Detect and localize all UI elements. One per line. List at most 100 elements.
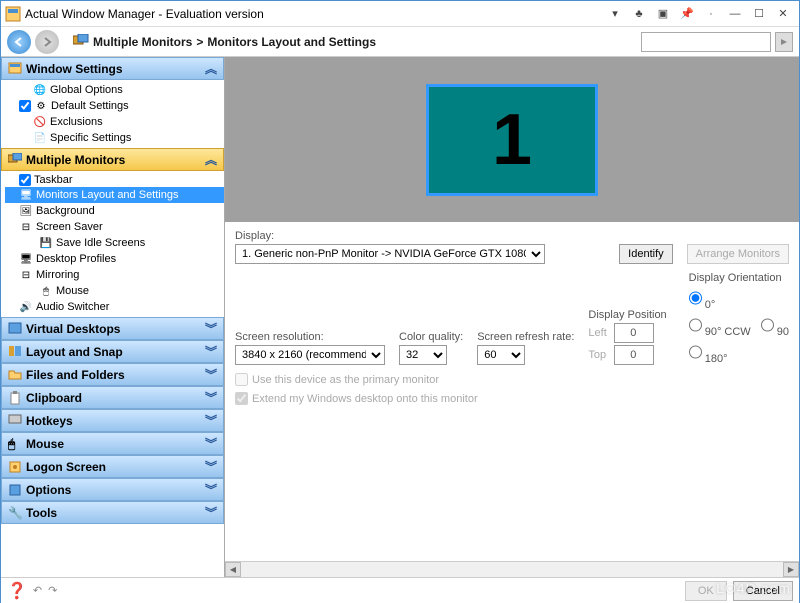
section-label: Multiple Monitors: [26, 153, 125, 167]
primary-checkbox-row: Use this device as the primary monitor: [235, 373, 789, 386]
scroll-track[interactable]: [241, 562, 783, 577]
clipboard-icon: [8, 391, 22, 405]
breadcrumb-sep: >: [196, 35, 203, 49]
orient-90[interactable]: 90: [761, 315, 789, 338]
tools-icon: 🔧: [8, 506, 22, 520]
default-settings-checkbox[interactable]: [19, 100, 31, 112]
tree-item-specific-settings[interactable]: 📄Specific Settings: [5, 130, 224, 146]
titlebar-pin-icon[interactable]: 📌: [675, 4, 699, 24]
chevron-up-icon: ︽: [205, 60, 217, 77]
undo-icon[interactable]: ↶: [33, 584, 42, 597]
multiple-monitors-icon: [8, 153, 22, 167]
scroll-left-arrow[interactable]: ◀: [225, 562, 241, 577]
tree-item-screen-saver[interactable]: ⊟Screen Saver: [5, 219, 224, 235]
close-button[interactable]: ✕: [771, 4, 795, 24]
content: 1 Display: 1. Generic non-PnP Monitor ->…: [225, 57, 799, 577]
titlebar-extra-3[interactable]: ▣: [651, 4, 675, 24]
tree-item-mouse-mirror[interactable]: 🖱Mouse: [5, 283, 224, 299]
minimize-button[interactable]: —: [723, 4, 747, 24]
window-settings-icon: [8, 62, 22, 76]
horizontal-scrollbar[interactable]: ◀ ▶: [225, 561, 799, 577]
content-spacer: [225, 413, 799, 561]
chevron-down-icon: ︾: [205, 366, 217, 383]
search-go-button[interactable]: [775, 32, 793, 52]
left-input: [614, 323, 654, 343]
resolution-select[interactable]: 3840 x 2160 (recommended): [235, 345, 385, 365]
position-label: Display Position: [588, 309, 666, 321]
orient-90ccw[interactable]: 90° CCW: [689, 315, 751, 338]
orient-0[interactable]: 0°: [689, 288, 716, 311]
tree-item-background[interactable]: 🖼Background: [5, 203, 224, 219]
display-label: Display:: [235, 230, 605, 242]
expand-icon: ⊟: [19, 220, 33, 234]
window-title: Actual Window Manager - Evaluation versi…: [25, 7, 603, 21]
titlebar-extra-2[interactable]: ♣: [627, 4, 651, 24]
taskbar-checkbox[interactable]: [19, 174, 31, 186]
section-multiple-monitors[interactable]: Multiple Monitors ︽: [1, 148, 224, 171]
specific-icon: 📄: [33, 131, 47, 145]
chevron-down-icon: ︾: [205, 320, 217, 337]
monitors-icon: [73, 34, 89, 50]
arrange-monitors-button[interactable]: Arrange Monitors: [687, 244, 789, 264]
settings-icon: ⚙: [34, 99, 48, 113]
tree-item-taskbar[interactable]: Taskbar: [5, 173, 224, 187]
extend-checkbox: [235, 392, 248, 405]
redo-icon[interactable]: ↷: [48, 584, 57, 597]
tree-multiple-monitors: Taskbar 🖥Monitors Layout and Settings 🖼B…: [1, 171, 224, 317]
refresh-select[interactable]: 60: [477, 345, 525, 365]
monitor-1[interactable]: 1: [426, 84, 598, 196]
titlebar-extra-4[interactable]: ·: [699, 4, 723, 24]
search-input[interactable]: [641, 32, 771, 52]
help-icon[interactable]: ❓: [7, 581, 27, 601]
chevron-down-icon: ︾: [205, 389, 217, 406]
cancel-button[interactable]: Cancel: [733, 581, 793, 601]
nav-back-button[interactable]: [7, 30, 31, 54]
orientation-label: Display Orientation: [689, 272, 789, 284]
section-hotkeys[interactable]: Hotkeys︾: [1, 409, 224, 432]
left-label: Left: [588, 327, 610, 339]
audio-icon: 🔊: [19, 300, 33, 314]
tree-item-exclusions[interactable]: 🚫Exclusions: [5, 114, 224, 130]
options-icon: [8, 483, 22, 497]
expand-icon: ⊟: [19, 268, 33, 282]
tree-item-default-settings[interactable]: ⚙Default Settings: [5, 98, 224, 114]
primary-checkbox: [235, 373, 248, 386]
top-label: Top: [588, 349, 610, 361]
statusbar: ❓ ↶ ↷ OK Cancel: [1, 577, 799, 603]
orient-180[interactable]: 180°: [689, 342, 728, 365]
virtual-desktops-icon: [8, 322, 22, 336]
nav-forward-button[interactable]: [35, 30, 59, 54]
section-layout-snap[interactable]: Layout and Snap︾: [1, 340, 224, 363]
section-options[interactable]: Options︾: [1, 478, 224, 501]
color-select[interactable]: 32: [399, 345, 447, 365]
section-files-folders[interactable]: Files and Folders︾: [1, 363, 224, 386]
section-clipboard[interactable]: Clipboard︾: [1, 386, 224, 409]
breadcrumb-section: Multiple Monitors: [93, 35, 192, 49]
section-mouse[interactable]: 🖱Mouse︾: [1, 432, 224, 455]
app-icon: [5, 6, 21, 22]
monitor-stage[interactable]: 1: [225, 57, 799, 222]
chevron-down-icon: ︾: [205, 458, 217, 475]
top-input: [614, 345, 654, 365]
titlebar-extra-1[interactable]: ▾: [603, 4, 627, 24]
titlebar: Actual Window Manager - Evaluation versi…: [1, 1, 799, 27]
section-logon-screen[interactable]: Logon Screen︾: [1, 455, 224, 478]
tree-item-desktop-profiles[interactable]: 🖥Desktop Profiles: [5, 251, 224, 267]
logon-icon: [8, 460, 22, 474]
tree-item-global-options[interactable]: 🌐Global Options: [5, 82, 224, 98]
chevron-down-icon: ︾: [205, 412, 217, 429]
identify-button[interactable]: Identify: [619, 244, 672, 264]
tree-item-save-idle[interactable]: 💾Save Idle Screens: [5, 235, 224, 251]
display-select[interactable]: 1. Generic non-PnP Monitor -> NVIDIA GeF…: [235, 244, 545, 264]
scroll-right-arrow[interactable]: ▶: [783, 562, 799, 577]
tree-item-monitors-layout[interactable]: 🖥Monitors Layout and Settings: [5, 187, 224, 203]
section-window-settings[interactable]: Window Settings ︽: [1, 57, 224, 80]
section-tools[interactable]: 🔧Tools︾: [1, 501, 224, 524]
tree-item-mirroring[interactable]: ⊟Mirroring: [5, 267, 224, 283]
profiles-icon: 🖥: [19, 252, 33, 266]
section-virtual-desktops[interactable]: Virtual Desktops︾: [1, 317, 224, 340]
maximize-button[interactable]: ☐: [747, 4, 771, 24]
ok-button[interactable]: OK: [685, 581, 727, 601]
extend-checkbox-row: Extend my Windows desktop onto this moni…: [235, 392, 789, 405]
tree-item-audio-switcher[interactable]: 🔊Audio Switcher: [5, 299, 224, 315]
